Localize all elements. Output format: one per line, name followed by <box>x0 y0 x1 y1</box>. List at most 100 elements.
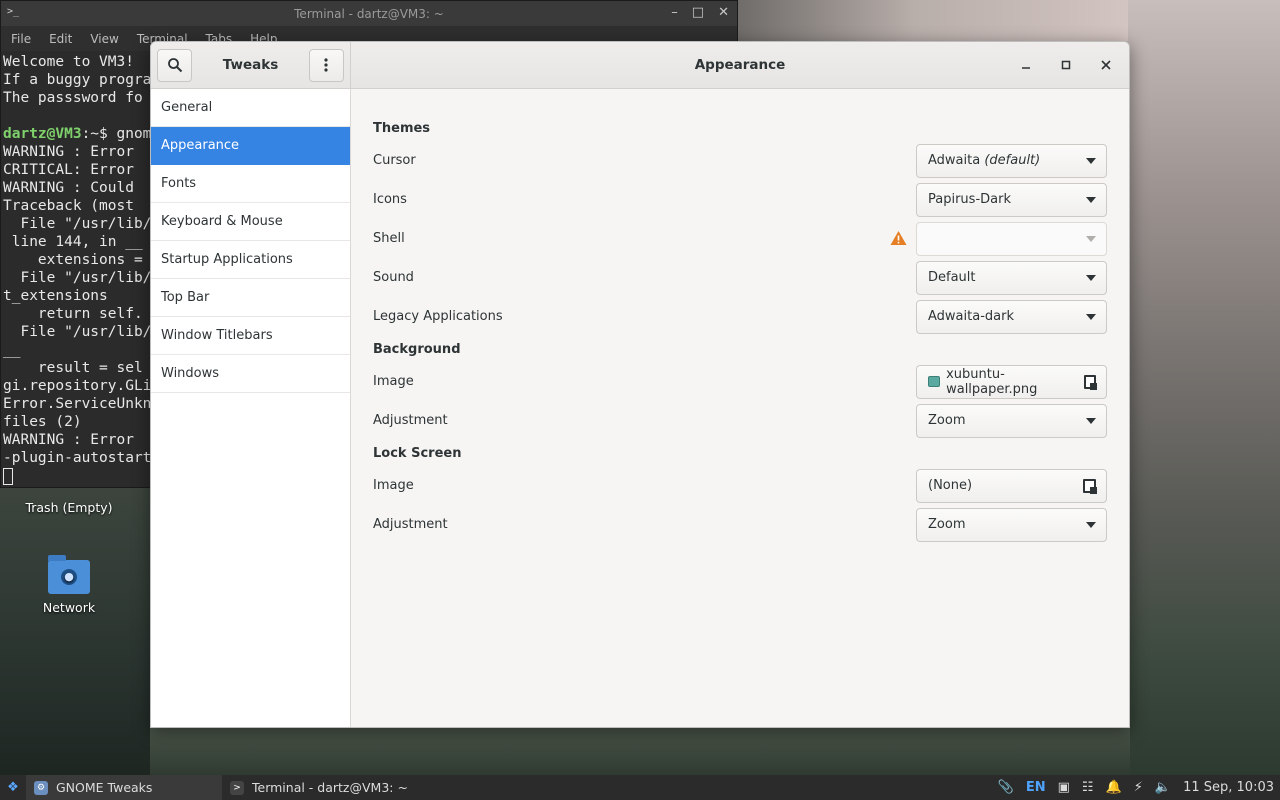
kebab-menu-icon <box>324 58 329 72</box>
menu-button[interactable] <box>308 48 344 82</box>
desktop-network[interactable]: ● Network <box>14 555 124 615</box>
terminal-titlebar[interactable]: >_ Terminal - dartz@VM3: ~ – □ ✕ <box>1 1 737 26</box>
lock-adjustment-combo[interactable]: Zoom <box>916 507 1107 542</box>
shell-label: Shell <box>373 231 405 246</box>
minimize-button[interactable] <box>1017 56 1035 74</box>
network-icon[interactable]: ☷ <box>1082 780 1094 795</box>
close-button[interactable] <box>1097 56 1115 74</box>
background-adjustment-row: Adjustment Zoom <box>373 401 1107 440</box>
menu-view[interactable]: View <box>90 32 118 46</box>
lock-adjustment-row: Adjustment Zoom <box>373 505 1107 544</box>
terminal-cursor <box>3 467 13 485</box>
sidebar-item-keyboard-mouse[interactable]: Keyboard & Mouse <box>151 203 350 241</box>
tweaks-headerbar[interactable]: Tweaks Appearance <box>151 42 1129 89</box>
background-image-row: Image xubuntu-wallpaper.png <box>373 362 1107 401</box>
terminal-line-text: File "/usr/lib/ <box>3 216 152 232</box>
themes-section-title: Themes <box>373 121 431 136</box>
menu-file[interactable]: File <box>11 32 31 46</box>
sidebar-item-label: Startup Applications <box>161 252 293 267</box>
minimize-icon[interactable]: – <box>671 5 678 20</box>
dropdown-arrow-icon <box>1086 274 1096 281</box>
shell-combo[interactable] <box>916 221 1107 256</box>
cursor-row: Cursor Adwaita (default) <box>373 141 1107 180</box>
sidebar-item-label: Appearance <box>161 138 240 153</box>
terminal-line-text: WARNING : Error <box>3 144 134 160</box>
terminal-line-text: result = sel <box>3 360 143 376</box>
task-label: GNOME Tweaks <box>56 780 153 795</box>
sidebar-item-general[interactable]: General <box>151 89 350 127</box>
search-button[interactable] <box>157 48 192 82</box>
dropdown-arrow-icon <box>1086 521 1096 528</box>
icons-row: Icons Papirus-Dark <box>373 180 1107 219</box>
task-gnome-tweaks[interactable]: ⚙ GNOME Tweaks <box>26 775 222 800</box>
icons-label: Icons <box>373 192 407 207</box>
sidebar-item-startup-applications[interactable]: Startup Applications <box>151 241 350 279</box>
dropdown-arrow-icon <box>1086 157 1096 164</box>
cursor-default-tag: (default) <box>984 153 1041 168</box>
sidebar-item-fonts[interactable]: Fonts <box>151 165 350 203</box>
wallpaper-right <box>1128 0 1280 775</box>
legacy-apps-value: Adwaita-dark <box>928 309 1014 324</box>
terminal-line-text: Error.ServiceUnkn <box>3 396 152 412</box>
wallpaper-top <box>738 0 1130 41</box>
task-terminal[interactable]: > Terminal - dartz@VM3: ~ <box>222 775 416 800</box>
whisker-menu-icon: ❖ <box>7 780 19 795</box>
tweaks-window[interactable]: Tweaks Appearance General Appearance Fonts… <box>150 41 1130 728</box>
dropdown-arrow-icon <box>1086 235 1096 242</box>
lock-image-row: Image (None) <box>373 466 1107 505</box>
minimize-icon <box>1022 67 1030 69</box>
icons-value: Papirus-Dark <box>928 192 1011 207</box>
sidebar: General Appearance Fonts Keyboard & Mouse St… <box>151 89 351 727</box>
clock[interactable]: 11 Sep, 10:03 <box>1183 780 1274 795</box>
terminal-line-text: :~$ gnom <box>81 126 152 142</box>
background-adjustment-combo[interactable]: Zoom <box>916 403 1107 438</box>
terminal-line-text: -plugin-autostart <box>3 450 152 466</box>
sidebar-item-label: General <box>161 100 213 115</box>
tweaks-app-icon: ⚙ <box>34 780 48 795</box>
warning-icon[interactable] <box>890 230 907 246</box>
paperclip-icon[interactable]: 📎 <box>998 780 1014 795</box>
maximize-icon[interactable]: □ <box>692 5 704 20</box>
sidebar-item-windows[interactable]: Windows <box>151 355 350 393</box>
task-label: Terminal - dartz@VM3: ~ <box>252 780 408 795</box>
page-title: Appearance <box>694 57 786 73</box>
sidebar-title: Tweaks <box>222 57 279 73</box>
notification-bell-icon[interactable]: 🔔 <box>1106 780 1122 795</box>
legacy-apps-combo[interactable]: Adwaita-dark <box>916 299 1107 334</box>
close-icon <box>1101 60 1111 70</box>
terminal-app-icon: > <box>230 780 244 795</box>
sidebar-item-window-titlebars[interactable]: Window Titlebars <box>151 317 350 355</box>
sidebar-item-appearance[interactable]: Appearance <box>151 127 350 165</box>
wallpaper-left <box>0 470 160 775</box>
shell-row: Shell <box>373 219 1107 258</box>
lock-image-chooser[interactable]: (None) <box>916 468 1107 503</box>
background-image-chooser[interactable]: xubuntu-wallpaper.png <box>916 364 1107 399</box>
display-icon[interactable]: ▣ <box>1058 780 1070 795</box>
maximize-icon <box>1061 60 1071 70</box>
desktop-trash[interactable]: Trash (Empty) <box>14 500 124 515</box>
terminal-line-text: File "/usr/lib/ <box>3 324 152 340</box>
close-icon[interactable]: ✕ <box>718 5 729 20</box>
terminal-prompt: dartz@VM3 <box>3 126 82 142</box>
icons-combo[interactable]: Papirus-Dark <box>916 182 1107 217</box>
cursor-combo[interactable]: Adwaita (default) <box>916 143 1107 178</box>
keyboard-layout-indicator[interactable]: EN <box>1026 780 1046 795</box>
maximize-button[interactable] <box>1057 56 1075 74</box>
wallpaper-bottom <box>150 728 1130 775</box>
sound-combo[interactable]: Default <box>916 260 1107 295</box>
volume-icon[interactable]: 🔈 <box>1155 780 1171 795</box>
sidebar-item-top-bar[interactable]: Top Bar <box>151 279 350 317</box>
lock-image-label: Image <box>373 478 414 493</box>
menu-edit[interactable]: Edit <box>49 32 72 46</box>
power-icon[interactable]: ⚡ <box>1134 780 1143 795</box>
taskbar: ❖ ⚙ GNOME Tweaks > Terminal - dartz@VM3:… <box>0 775 1280 800</box>
sidebar-item-label: Fonts <box>161 176 197 191</box>
terminal-line-text: extensions = <box>3 252 143 268</box>
lock-adjustment-label: Adjustment <box>373 517 448 532</box>
trash-label: Trash (Empty) <box>25 500 113 515</box>
background-image-label: Image <box>373 374 414 389</box>
terminal-line-text: t_extensions <box>3 288 108 304</box>
legacy-apps-row: Legacy Applications Adwaita-dark <box>373 297 1107 336</box>
terminal-line-text: line 144, in __ <box>3 234 143 250</box>
start-menu-button[interactable]: ❖ <box>0 775 26 800</box>
